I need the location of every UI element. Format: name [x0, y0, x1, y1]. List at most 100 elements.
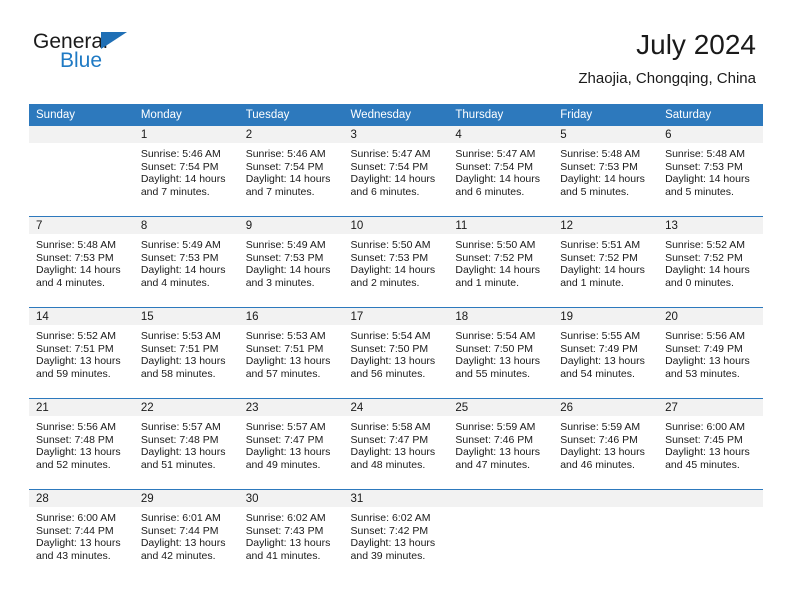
calendar-cell-empty	[29, 126, 134, 217]
calendar-day-cell[interactable]: 3 Sunrise: 5:47 AM Sunset: 7:54 PM Daylight…	[343, 126, 449, 217]
day-number: 31	[343, 490, 449, 508]
cell-inner: 3 Sunrise: 5:47 AM Sunset: 7:54 PM Daylight…	[343, 126, 449, 216]
calendar-day-cell[interactable]: 1 Sunrise: 5:46 AM Sunset: 7:54 PM Daylight…	[133, 126, 239, 217]
calendar-day-cell[interactable]: 28 Sunrise: 6:00 AM Sunset: 7:44 PM Dayligh…	[29, 489, 134, 580]
calendar-day-cell[interactable]: 22 Sunrise: 5:57 AM Sunset: 7:48 PM Dayligh…	[133, 398, 239, 490]
sunset-text: Sunset: 7:53 PM	[560, 160, 638, 173]
day-number: 22	[133, 399, 239, 417]
day-details	[448, 508, 553, 512]
calendar-day-cell[interactable]: 29 Sunrise: 6:01 AM Sunset: 7:44 PM Dayligh…	[133, 489, 239, 580]
sunset-text: Sunset: 7:53 PM	[245, 251, 324, 264]
sunset-text: Sunset: 7:49 PM	[560, 342, 638, 355]
weekday-header-tuesday: Tuesday	[238, 104, 344, 126]
day-details: Sunrise: 5:56 AM Sunset: 7:49 PM Daylight:…	[658, 326, 763, 380]
calendar-day-cell[interactable]: 20 Sunrise: 5:56 AM Sunset: 7:49 PM Dayligh…	[658, 307, 763, 399]
daylight-text-line1: Daylight: 13 hours	[140, 446, 226, 459]
sunset-text: Sunset: 7:54 PM	[350, 160, 429, 173]
calendar-day-cell[interactable]: 6 Sunrise: 5:48 AM Sunset: 7:53 PM Daylight…	[658, 126, 763, 217]
sunrise-text: Sunrise: 5:50 AM	[455, 239, 536, 251]
day-number: 13	[658, 217, 763, 235]
calendar-day-cell[interactable]: 30 Sunrise: 6:02 AM Sunset: 7:43 PM Dayligh…	[238, 489, 344, 580]
day-details: Sunrise: 5:51 AM Sunset: 7:52 PM Daylight:…	[553, 235, 658, 289]
calendar-day-cell[interactable]: 14 Sunrise: 5:52 AM Sunset: 7:51 PM Dayligh…	[29, 307, 134, 399]
calendar-day-cell[interactable]: 17 Sunrise: 5:54 AM Sunset: 7:50 PM Dayligh…	[343, 307, 449, 399]
calendar-day-cell[interactable]: 12 Sunrise: 5:51 AM Sunset: 7:52 PM Dayligh…	[553, 216, 659, 308]
daylight-text-line1: Daylight: 14 hours	[455, 264, 541, 277]
day-number: 24	[343, 399, 449, 417]
daylight-text-line2: and 52 minutes.	[36, 458, 111, 471]
daylight-text-line2: and 51 minutes.	[140, 458, 216, 471]
day-details: Sunrise: 5:55 AM Sunset: 7:49 PM Daylight:…	[553, 326, 658, 380]
sunset-text: Sunset: 7:48 PM	[36, 433, 114, 446]
day-number: 28	[29, 490, 134, 508]
daylight-text-line1: Daylight: 13 hours	[245, 355, 331, 368]
calendar-day-cell[interactable]: 15 Sunrise: 5:53 AM Sunset: 7:51 PM Dayligh…	[133, 307, 239, 399]
day-number: 2	[238, 126, 344, 144]
day-number: 15	[133, 308, 239, 326]
sunset-text: Sunset: 7:44 PM	[36, 524, 114, 537]
calendar-day-cell[interactable]: 13 Sunrise: 5:52 AM Sunset: 7:52 PM Dayligh…	[658, 216, 763, 308]
sunrise-text: Sunrise: 5:53 AM	[245, 330, 326, 342]
general-blue-logo[interactable]: General Blue	[33, 30, 183, 82]
calendar-week-row: 1 Sunrise: 5:46 AM Sunset: 7:54 PM Daylight…	[29, 126, 763, 217]
daylight-text-line1: Daylight: 14 hours	[140, 173, 226, 186]
cell-inner	[29, 126, 134, 216]
daylight-text-line1: Daylight: 13 hours	[245, 446, 331, 459]
calendar-day-cell[interactable]: 18 Sunrise: 5:54 AM Sunset: 7:50 PM Dayligh…	[448, 307, 554, 399]
calendar-day-cell[interactable]: 31 Sunrise: 6:02 AM Sunset: 7:42 PM Dayligh…	[343, 489, 449, 580]
calendar-day-cell[interactable]: 2 Sunrise: 5:46 AM Sunset: 7:54 PM Daylight…	[238, 126, 344, 217]
calendar-day-cell[interactable]: 11 Sunrise: 5:50 AM Sunset: 7:52 PM Dayligh…	[448, 216, 554, 308]
sunrise-text: Sunrise: 5:57 AM	[245, 421, 326, 433]
calendar-day-cell[interactable]: 19 Sunrise: 5:55 AM Sunset: 7:49 PM Dayligh…	[553, 307, 659, 399]
weekday-header-monday: Monday	[133, 104, 239, 126]
calendar-day-cell[interactable]: 24 Sunrise: 5:58 AM Sunset: 7:47 PM Dayligh…	[343, 398, 449, 490]
day-number: 10	[343, 217, 449, 235]
sunrise-text: Sunrise: 5:47 AM	[455, 148, 536, 160]
daylight-text-line1: Daylight: 14 hours	[245, 173, 331, 186]
calendar-day-cell[interactable]: 7 Sunrise: 5:48 AM Sunset: 7:53 PM Daylight…	[29, 216, 134, 308]
day-number: 27	[658, 399, 763, 417]
calendar-day-cell[interactable]: 26 Sunrise: 5:59 AM Sunset: 7:46 PM Dayligh…	[553, 398, 659, 490]
sunrise-text: Sunrise: 5:56 AM	[665, 330, 746, 342]
calendar-page: General Blue July 2024 Zhaojia, Chongqin…	[0, 0, 792, 612]
cell-inner	[448, 490, 554, 580]
calendar-day-cell[interactable]: 27 Sunrise: 6:00 AM Sunset: 7:45 PM Dayligh…	[658, 398, 763, 490]
day-number: 26	[553, 399, 659, 417]
daylight-text-line2: and 5 minutes.	[665, 185, 734, 198]
daylight-text-line1: Daylight: 13 hours	[560, 355, 645, 368]
daylight-text-line2: and 4 minutes.	[140, 276, 210, 289]
daylight-text-line2: and 48 minutes.	[350, 458, 426, 471]
calendar-body: 1 Sunrise: 5:46 AM Sunset: 7:54 PM Daylight…	[29, 126, 763, 580]
daylight-text-line2: and 57 minutes.	[245, 367, 321, 380]
calendar-day-cell[interactable]: 10 Sunrise: 5:50 AM Sunset: 7:53 PM Dayligh…	[343, 216, 449, 308]
day-number: 23	[238, 399, 344, 417]
daylight-text-line1: Daylight: 13 hours	[350, 537, 436, 550]
calendar-day-cell[interactable]: 9 Sunrise: 5:49 AM Sunset: 7:53 PM Daylight…	[238, 216, 344, 308]
daylight-text-line1: Daylight: 14 hours	[560, 173, 645, 186]
daylight-text-line2: and 7 minutes.	[140, 185, 210, 198]
cell-inner: 19 Sunrise: 5:55 AM Sunset: 7:49 PM Dayligh…	[553, 308, 659, 398]
calendar-week-row: 14 Sunrise: 5:52 AM Sunset: 7:51 PM Dayligh…	[29, 307, 763, 399]
calendar-day-cell[interactable]: 16 Sunrise: 5:53 AM Sunset: 7:51 PM Dayligh…	[238, 307, 344, 399]
day-details: Sunrise: 5:56 AM Sunset: 7:48 PM Daylight:…	[29, 417, 134, 471]
day-number: 1	[133, 126, 239, 144]
calendar-week-row: 7 Sunrise: 5:48 AM Sunset: 7:53 PM Daylight…	[29, 216, 763, 308]
calendar-day-cell[interactable]: 21 Sunrise: 5:56 AM Sunset: 7:48 PM Dayligh…	[29, 398, 134, 490]
calendar-day-cell[interactable]: 8 Sunrise: 5:49 AM Sunset: 7:53 PM Daylight…	[133, 216, 239, 308]
cell-inner: 7 Sunrise: 5:48 AM Sunset: 7:53 PM Daylight…	[29, 217, 134, 307]
day-details: Sunrise: 5:50 AM Sunset: 7:53 PM Daylight:…	[344, 235, 449, 289]
daylight-text-line2: and 3 minutes.	[245, 276, 315, 289]
daylight-text-line1: Daylight: 14 hours	[665, 173, 750, 186]
sunset-text: Sunset: 7:53 PM	[36, 251, 114, 264]
calendar-day-cell[interactable]: 5 Sunrise: 5:48 AM Sunset: 7:53 PM Daylight…	[553, 126, 659, 217]
sunrise-text: Sunrise: 6:02 AM	[245, 512, 326, 524]
calendar-day-cell[interactable]: 4 Sunrise: 5:47 AM Sunset: 7:54 PM Daylight…	[448, 126, 554, 217]
calendar-day-cell[interactable]: 23 Sunrise: 5:57 AM Sunset: 7:47 PM Dayligh…	[238, 398, 344, 490]
day-number: 19	[553, 308, 659, 326]
sunrise-text: Sunrise: 5:55 AM	[560, 330, 641, 342]
sunrise-text: Sunrise: 6:02 AM	[350, 512, 431, 524]
daylight-text-line2: and 56 minutes.	[350, 367, 426, 380]
calendar-day-cell[interactable]: 25 Sunrise: 5:59 AM Sunset: 7:46 PM Dayligh…	[448, 398, 554, 490]
cell-inner: 8 Sunrise: 5:49 AM Sunset: 7:53 PM Daylight…	[133, 217, 239, 307]
sunset-text: Sunset: 7:48 PM	[140, 433, 219, 446]
